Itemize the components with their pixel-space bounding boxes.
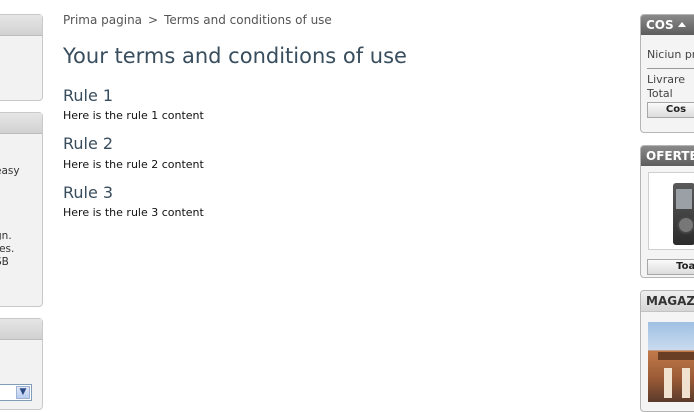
left-box-3-header	[0, 319, 42, 340]
offers-all-button[interactable]: Toat	[647, 259, 694, 275]
stores-box: MAGAZI	[640, 290, 694, 412]
offer-product-image[interactable]	[648, 172, 694, 250]
page-title: Your terms and conditions of use	[63, 44, 407, 68]
breadcrumb-home-link[interactable]: Prima pagina	[63, 13, 142, 27]
offers-box: OFERTE Toat	[640, 145, 694, 278]
store-photo[interactable]	[648, 322, 694, 402]
cart-delivery-label: Livrare	[647, 73, 686, 86]
rule-content: Here is the rule 3 content	[63, 206, 204, 219]
stores-header: MAGAZI	[641, 291, 694, 312]
breadcrumb-separator: >	[148, 13, 159, 27]
rule-title: Rule 2	[63, 134, 114, 153]
cart-box: COS Niciun pr Livrare Total Cos	[640, 14, 694, 133]
cart-divider	[647, 68, 694, 69]
left-box-2: easy gn. res. SB	[0, 112, 43, 307]
chevron-down-icon[interactable]: ▼	[16, 386, 30, 399]
rule-content: Here is the rule 1 content	[63, 109, 204, 122]
device-image	[673, 183, 694, 245]
breadcrumb: Prima pagina > Terms and conditions of use	[63, 13, 332, 27]
rule-title: Rule 3	[63, 183, 114, 202]
cart-header[interactable]: COS	[641, 15, 694, 35]
caret-up-icon[interactable]	[677, 22, 686, 27]
rule-title: Rule 1	[63, 86, 114, 105]
left-box-2-header	[0, 113, 42, 134]
cart-button[interactable]: Cos	[647, 102, 694, 118]
cart-total-label: Total	[647, 87, 673, 100]
left-box-2-text: easy gn. res. SB	[0, 165, 20, 268]
left-select[interactable]: ▼	[0, 384, 32, 401]
left-box-1-header	[0, 15, 42, 36]
offers-header: OFERTE	[641, 146, 694, 166]
left-box-1	[0, 14, 43, 101]
rule-content: Here is the rule 2 content	[63, 158, 204, 171]
cart-title: COS	[646, 18, 674, 32]
breadcrumb-current: Terms and conditions of use	[164, 13, 332, 27]
cart-empty-text: Niciun pr	[647, 48, 694, 61]
